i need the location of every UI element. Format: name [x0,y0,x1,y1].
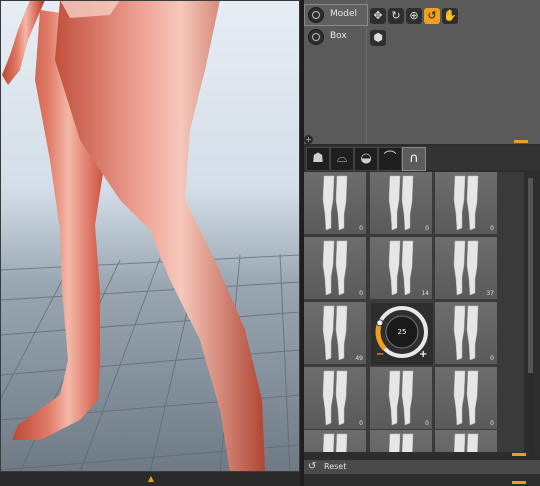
morph-count: 0 [490,355,494,362]
morph-count: 0 [425,225,429,232]
scrollbar-thumb[interactable] [528,178,533,373]
reset-button[interactable]: Reset [324,462,346,471]
3d-viewport[interactable] [0,0,300,472]
legs-thumbnail-icon [453,175,479,231]
reset-bar[interactable]: ↺ Reset [304,460,540,474]
scene-item-label: Box [330,31,347,41]
morph-thumbnail[interactable]: 0 [304,172,366,234]
legs-thumbnail-icon [388,175,414,231]
scene-item-label: Model [330,9,358,19]
morph-count: 0 [359,225,363,232]
grid-scrollbar[interactable] [528,178,533,453]
morph-thumbnail[interactable]: 37 [435,237,497,299]
body-part-tabs: ☗ ⌓ ◒ ⌒ ∩ [304,146,540,171]
morph-count: 37 [486,290,494,297]
visibility-eye-icon[interactable] [308,7,324,23]
app-window: ▲ Model ✥ ↻ ⊕ ↺ ✋ Box ⬢ + ☗ ⌓ ◒ ⌒ ∩ 0 0 0 0… [0,0,540,486]
morph-thumbnail[interactable]: 0 [435,302,497,364]
tab-head[interactable]: ☗ [306,147,330,171]
morph-thumbnail[interactable]: 0 [370,172,432,234]
morph-thumbnail[interactable]: 0 [304,237,366,299]
decrease-button[interactable]: − [376,349,384,360]
tab-torso[interactable]: ⌓ [330,147,354,171]
morph-thumbnail[interactable]: 14 [370,237,432,299]
morph-thumbnail[interactable]: 0 [304,367,366,429]
morph-thumbnail[interactable]: 0 [435,172,497,234]
scene-item-box[interactable]: Box ⬢ [304,26,540,48]
rotate-icon[interactable]: ↻ [388,8,404,24]
tab-legs[interactable]: ∩ [402,147,426,171]
morph-thumbnail[interactable]: 0 [435,367,497,429]
scene-panel-slider[interactable] [514,140,528,143]
morph-count: 49 [355,355,363,362]
morph-value-dial[interactable]: 25 − + [371,303,433,365]
morph-count: 0 [490,225,494,232]
increase-button[interactable]: + [419,349,427,360]
move-icon[interactable]: ✥ [370,8,386,24]
scene-item-model[interactable]: Model ✥ ↻ ⊕ ↺ ✋ [304,4,540,26]
tab-hips[interactable]: ◒ [354,147,378,171]
add-icon[interactable]: + [304,135,313,144]
undo-icon[interactable]: ↺ [424,8,440,24]
legs-thumbnail-icon [322,240,348,296]
dial-value-label: 25 [397,328,407,336]
morph-count: 0 [359,290,363,297]
morph-thumbnail[interactable]: 49 [304,302,366,364]
morph-thumbnail[interactable] [435,430,497,452]
morph-count: 14 [421,290,429,297]
box-icon[interactable]: ⬢ [370,30,386,46]
legs-thumbnail-icon [388,370,414,426]
bottom-panel-slider[interactable] [512,481,526,484]
viewport-bottom-bar: ▲ [0,472,300,486]
visibility-eye-icon[interactable] [308,29,324,45]
morph-thumbnail[interactable] [304,430,366,452]
legs-thumbnail-icon [453,433,479,452]
tab-arm[interactable]: ⌒ [378,147,402,171]
legs-thumbnail-icon [322,433,348,452]
scene-panel: Model ✥ ↻ ⊕ ↺ ✋ Box ⬢ + [304,0,540,144]
legs-thumbnail-icon [453,370,479,426]
model-render [0,0,300,472]
legs-thumbnail-icon [322,175,348,231]
morph-count: 0 [490,420,494,427]
morph-count: 0 [425,420,429,427]
hand-icon[interactable]: ✋ [442,8,458,24]
morph-thumbnail[interactable]: 0 [370,367,432,429]
legs-thumbnail-icon [388,433,414,452]
reset-icon[interactable]: ↺ [308,461,319,472]
collapse-arrow-icon[interactable]: ▲ [147,472,155,486]
zoom-icon[interactable]: ⊕ [406,8,422,24]
morph-count: 0 [359,420,363,427]
legs-thumbnail-icon [453,305,479,361]
legs-thumbnail-icon [322,370,348,426]
morph-thumbnail[interactable] [370,430,432,452]
grid-panel-slider[interactable] [512,453,526,456]
